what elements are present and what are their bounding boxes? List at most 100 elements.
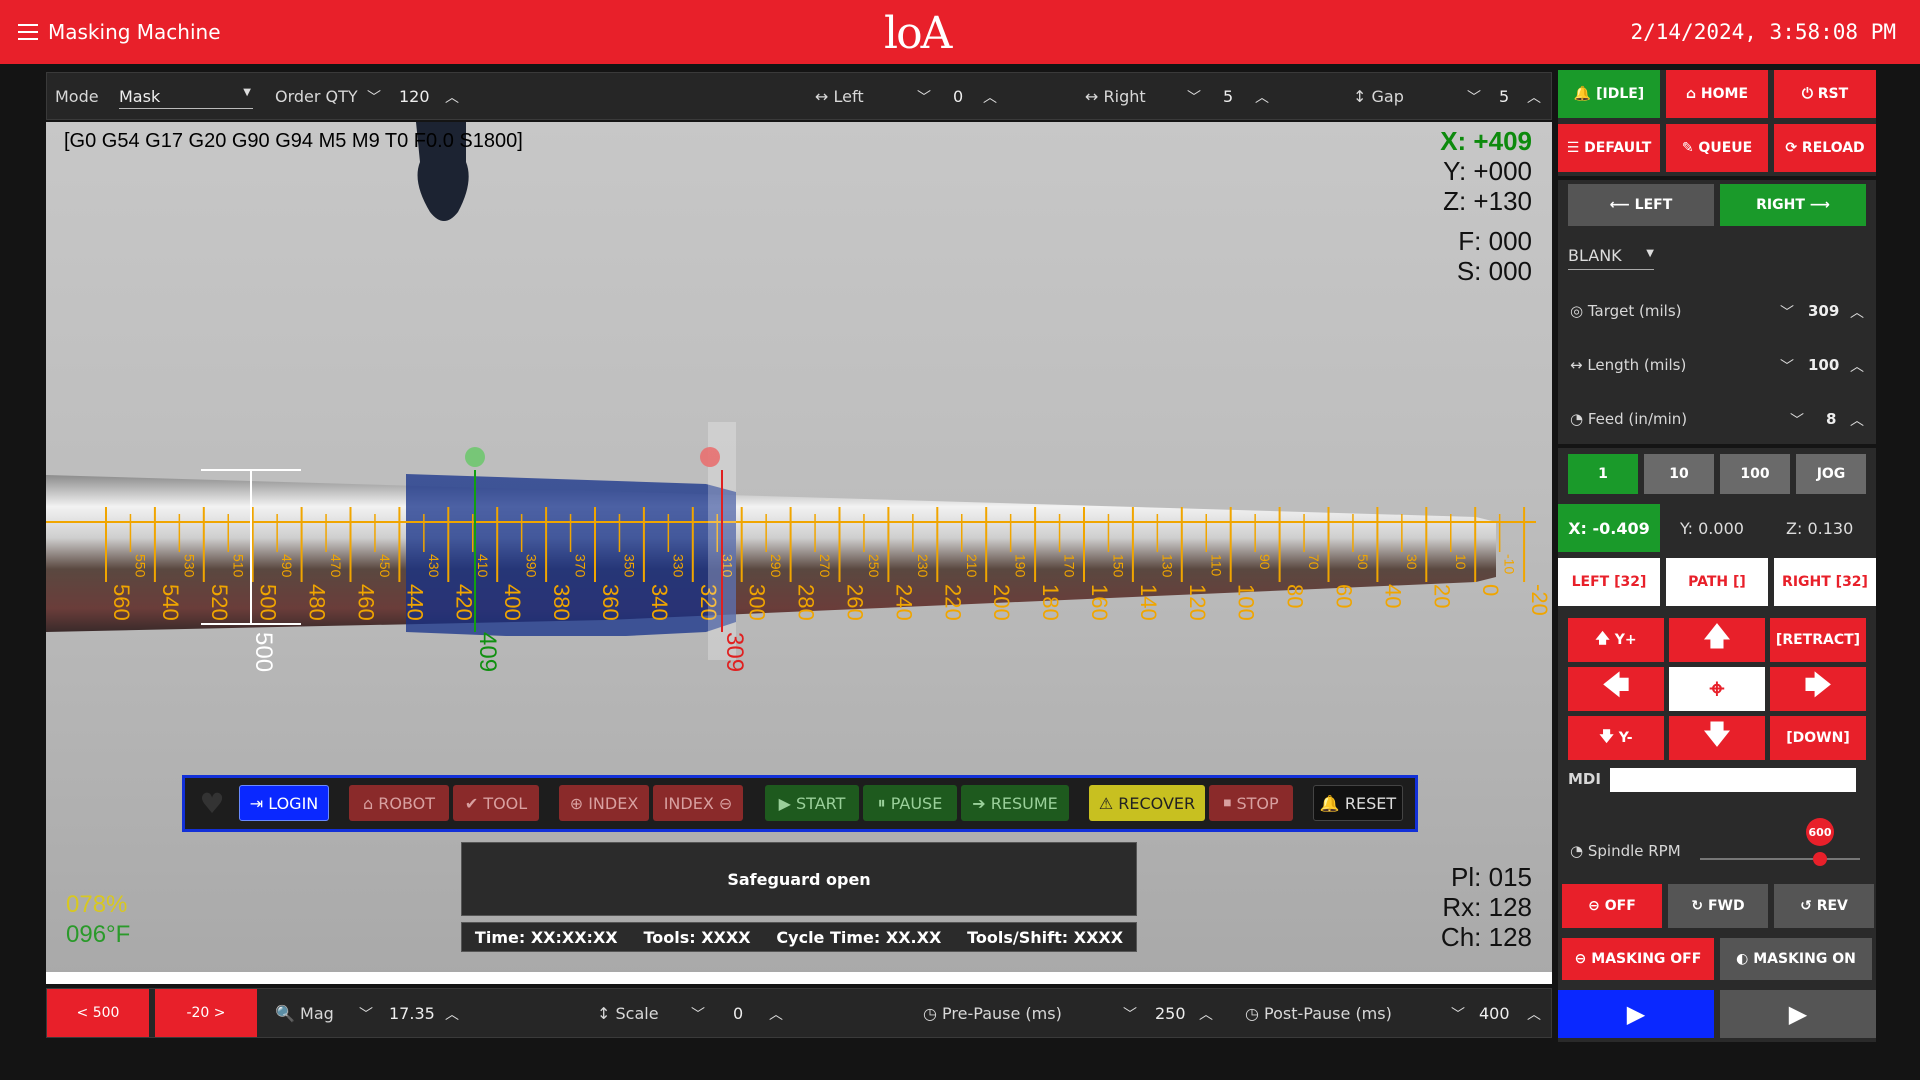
queue-button[interactable]: ✎ QUEUE xyxy=(1666,124,1768,172)
postpause-value[interactable]: 400 xyxy=(1479,1004,1510,1023)
spindle-fwd-button[interactable]: ↻ FWD xyxy=(1668,884,1768,928)
ruler-minor-label: 490 xyxy=(279,554,295,578)
step-1-button[interactable]: 1 xyxy=(1568,454,1638,494)
spindle-slider[interactable]: 600 xyxy=(1700,818,1860,866)
qty-increment-icon[interactable]: ︿ xyxy=(445,87,459,107)
ruler-minor-label: -10 xyxy=(1502,554,1518,574)
spindle-slider-handle[interactable] xyxy=(1813,852,1827,866)
start-button[interactable]: ▶ START xyxy=(765,785,859,821)
mode-value: Mask xyxy=(119,87,161,106)
pause-button[interactable]: ⏸ PAUSE xyxy=(863,785,957,821)
center-crosshair-icon[interactable]: ⌖ xyxy=(1669,667,1765,711)
feed-readout: F: 000 xyxy=(1458,226,1532,256)
prepause-decrement-icon[interactable]: ﹀ xyxy=(1123,1004,1137,1024)
robot-button[interactable]: ⌂ ROBOT xyxy=(349,785,449,821)
step-100-button[interactable]: 100 xyxy=(1720,454,1790,494)
path-button[interactable]: PATH [] xyxy=(1666,558,1768,606)
postpause-decrement-icon[interactable]: ﹀ xyxy=(1451,1004,1465,1024)
feed-value[interactable]: 8 xyxy=(1826,410,1836,428)
y-minus-button[interactable]: 🡇 Y- xyxy=(1568,716,1664,760)
jog-button[interactable]: JOG xyxy=(1796,454,1866,494)
heart-icon[interactable]: ♥ xyxy=(193,785,231,821)
ruler-major-label: 40 xyxy=(1380,584,1405,608)
scale-increment-icon[interactable]: ︿ xyxy=(769,1004,783,1024)
right-32-button[interactable]: RIGHT [32] xyxy=(1774,558,1876,606)
target-increment-icon[interactable]: ︿ xyxy=(1850,302,1864,322)
prev-range-button[interactable]: < 500 xyxy=(47,989,149,1037)
home-button[interactable]: ⌂ HOME xyxy=(1666,70,1768,118)
gcode-status: [G0 G54 G17 G20 G90 G94 M5 M9 T0 F0.0 S1… xyxy=(64,130,523,152)
stop-button[interactable]: ⏹ STOP xyxy=(1209,785,1293,821)
target-decrement-icon[interactable]: ﹀ xyxy=(1780,302,1794,322)
play-alt-icon[interactable]: ▶ xyxy=(1720,990,1876,1038)
down-button[interactable]: [DOWN] xyxy=(1770,716,1866,760)
index-plus-button[interactable]: ⊕ INDEX xyxy=(559,785,649,821)
scale-decrement-icon[interactable]: ﹀ xyxy=(691,1004,705,1024)
ruler-major-label: 60 xyxy=(1332,584,1357,608)
red-marker-handle[interactable] xyxy=(700,447,720,467)
status-message: Safeguard open xyxy=(461,842,1137,916)
ruler-minor-label: 70 xyxy=(1306,554,1322,570)
mdi-label: MDI xyxy=(1568,770,1601,788)
reset-button[interactable]: 🔔 RESET xyxy=(1313,785,1403,821)
length-value[interactable]: 100 xyxy=(1808,356,1839,374)
tool-button[interactable]: ✔ TOOL xyxy=(453,785,539,821)
green-marker-handle[interactable] xyxy=(465,447,485,467)
gap-value[interactable]: 5 xyxy=(1499,87,1509,106)
masking-on-button[interactable]: ◐ MASKING ON xyxy=(1720,938,1872,980)
login-button[interactable]: ⇥ LOGIN xyxy=(239,785,329,821)
right-value[interactable]: 5 xyxy=(1223,87,1233,106)
left-decrement-icon[interactable]: ﹀ xyxy=(917,87,931,107)
mag-value[interactable]: 17.35 xyxy=(389,1004,435,1023)
left-value[interactable]: 0 xyxy=(953,87,963,106)
reload-button[interactable]: ⟳ RELOAD xyxy=(1774,124,1876,172)
up-arrow-icon[interactable]: 🡅 xyxy=(1669,618,1765,662)
left-label: ↔ Left xyxy=(815,87,864,106)
mode-select[interactable]: Mask ▼ xyxy=(119,85,253,109)
mag-decrement-icon[interactable]: ﹀ xyxy=(359,1004,373,1024)
feed-increment-icon[interactable]: ︿ xyxy=(1850,410,1864,430)
ruler-major-label: 340 xyxy=(647,584,672,621)
left-32-button[interactable]: LEFT [32] xyxy=(1558,558,1660,606)
step-10-button[interactable]: 10 xyxy=(1644,454,1714,494)
right-decrement-icon[interactable]: ﹀ xyxy=(1187,87,1201,107)
rst-button[interactable]: ⏻ RST xyxy=(1774,70,1876,118)
down-arrow-icon[interactable]: 🡇 xyxy=(1669,716,1765,760)
qty-decrement-icon[interactable]: ﹀ xyxy=(367,87,381,107)
gap-increment-icon[interactable]: ︿ xyxy=(1527,87,1541,107)
recover-button[interactable]: ⚠ RECOVER xyxy=(1089,785,1205,821)
prepause-increment-icon[interactable]: ︿ xyxy=(1199,1004,1213,1024)
masking-off-button[interactable]: ⊖ MASKING OFF xyxy=(1562,938,1714,980)
left-arrow-icon[interactable]: 🡄 xyxy=(1568,667,1664,711)
gap-decrement-icon[interactable]: ﹀ xyxy=(1467,87,1481,107)
next-range-button[interactable]: -20 > xyxy=(155,989,257,1037)
retract-button[interactable]: [RETRACT] xyxy=(1770,618,1866,662)
qty-value[interactable]: 120 xyxy=(399,87,430,106)
target-value[interactable]: 309 xyxy=(1808,302,1839,320)
postpause-increment-icon[interactable]: ︿ xyxy=(1527,1004,1541,1024)
dropdown-icon: ▼ xyxy=(1646,248,1654,259)
menu-icon[interactable] xyxy=(18,24,38,40)
feed-decrement-icon[interactable]: ﹀ xyxy=(1790,410,1804,430)
right-arrow-icon[interactable]: 🡆 xyxy=(1770,667,1866,711)
spindle-rev-button[interactable]: ↺ REV xyxy=(1774,884,1874,928)
blank-select[interactable]: BLANK ▼ xyxy=(1568,246,1654,270)
play-icon[interactable]: ▶ xyxy=(1558,990,1714,1038)
spindle-off-button[interactable]: ⊖ OFF xyxy=(1562,884,1662,928)
left-increment-icon[interactable]: ︿ xyxy=(983,87,997,107)
scale-value[interactable]: 0 xyxy=(733,1004,743,1023)
y-plus-button[interactable]: 🡅 Y+ xyxy=(1568,618,1664,662)
default-button[interactable]: ☰ DEFAULT xyxy=(1558,124,1660,172)
mag-increment-icon[interactable]: ︿ xyxy=(445,1004,459,1024)
length-increment-icon[interactable]: ︿ xyxy=(1850,356,1864,376)
resume-button[interactable]: ➔ RESUME xyxy=(961,785,1069,821)
left-direction-button[interactable]: ⟵ LEFT xyxy=(1568,184,1714,226)
prepause-value[interactable]: 250 xyxy=(1155,1004,1186,1023)
right-increment-icon[interactable]: ︿ xyxy=(1255,87,1269,107)
idle-button[interactable]: 🔔 [IDLE] xyxy=(1558,70,1660,118)
length-decrement-icon[interactable]: ﹀ xyxy=(1780,356,1794,376)
index-minus-button[interactable]: INDEX ⊖ xyxy=(653,785,743,821)
mdi-input[interactable] xyxy=(1610,768,1856,792)
settings-panel: ⟵ LEFT RIGHT ⟶ BLANK ▼ ◎ Target (mils) ﹀ … xyxy=(1558,180,1876,444)
right-direction-button[interactable]: RIGHT ⟶ xyxy=(1720,184,1866,226)
